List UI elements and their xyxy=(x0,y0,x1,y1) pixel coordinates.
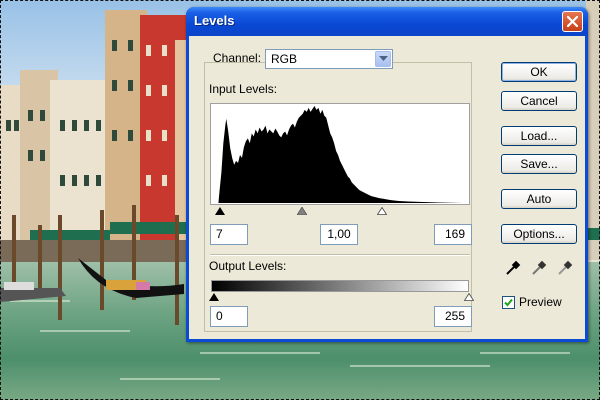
preview-checkbox[interactable] xyxy=(502,296,515,309)
options-button[interactable]: Options... xyxy=(501,224,577,244)
channel-select[interactable]: RGB xyxy=(265,49,393,69)
preview-label: Preview xyxy=(519,295,562,309)
gamma-slider[interactable] xyxy=(297,207,307,215)
close-button[interactable] xyxy=(562,11,583,32)
black-eyedropper-icon[interactable] xyxy=(504,259,522,277)
output-levels-label: Output Levels: xyxy=(209,259,287,273)
output-black-field[interactable]: 0 xyxy=(210,306,248,327)
checkmark-icon xyxy=(504,298,513,307)
channel-value: RGB xyxy=(271,52,298,66)
channel-label: Channel: xyxy=(213,51,262,65)
save-button[interactable]: Save... xyxy=(501,154,577,174)
histogram-shape xyxy=(218,105,463,204)
boat xyxy=(0,282,66,302)
output-black-slider[interactable] xyxy=(209,293,219,301)
auto-button[interactable]: Auto xyxy=(501,189,577,209)
dialog-titlebar[interactable]: Levels xyxy=(186,7,588,36)
levels-dialog: Levels Channel: RGB Input Levels: 7 1,00 xyxy=(186,7,588,342)
gray-eyedropper-icon[interactable] xyxy=(530,259,548,277)
load-button[interactable]: Load... xyxy=(501,126,577,146)
input-gamma-field[interactable]: 1,00 xyxy=(320,224,358,245)
white-point-slider[interactable] xyxy=(377,207,387,215)
histogram xyxy=(210,103,470,205)
input-levels-label: Input Levels: xyxy=(209,82,278,96)
input-white-field[interactable]: 169 xyxy=(434,224,472,245)
output-white-field[interactable]: 255 xyxy=(434,306,472,327)
output-gradient-bar xyxy=(211,280,469,292)
dialog-body: Channel: RGB Input Levels: 7 1,00 169 Ou… xyxy=(189,36,585,339)
ok-button[interactable]: OK xyxy=(501,62,577,82)
gondola xyxy=(78,258,184,298)
dropdown-arrow-button[interactable] xyxy=(375,51,391,67)
close-icon xyxy=(566,15,579,28)
cancel-button[interactable]: Cancel xyxy=(501,91,577,111)
dialog-title: Levels xyxy=(194,13,235,28)
input-black-field[interactable]: 7 xyxy=(210,224,248,245)
dropdown-arrow-icon xyxy=(379,56,388,61)
separator xyxy=(210,254,470,256)
black-point-slider[interactable] xyxy=(215,207,225,215)
output-white-slider[interactable] xyxy=(464,293,474,301)
white-eyedropper-icon[interactable] xyxy=(556,259,574,277)
